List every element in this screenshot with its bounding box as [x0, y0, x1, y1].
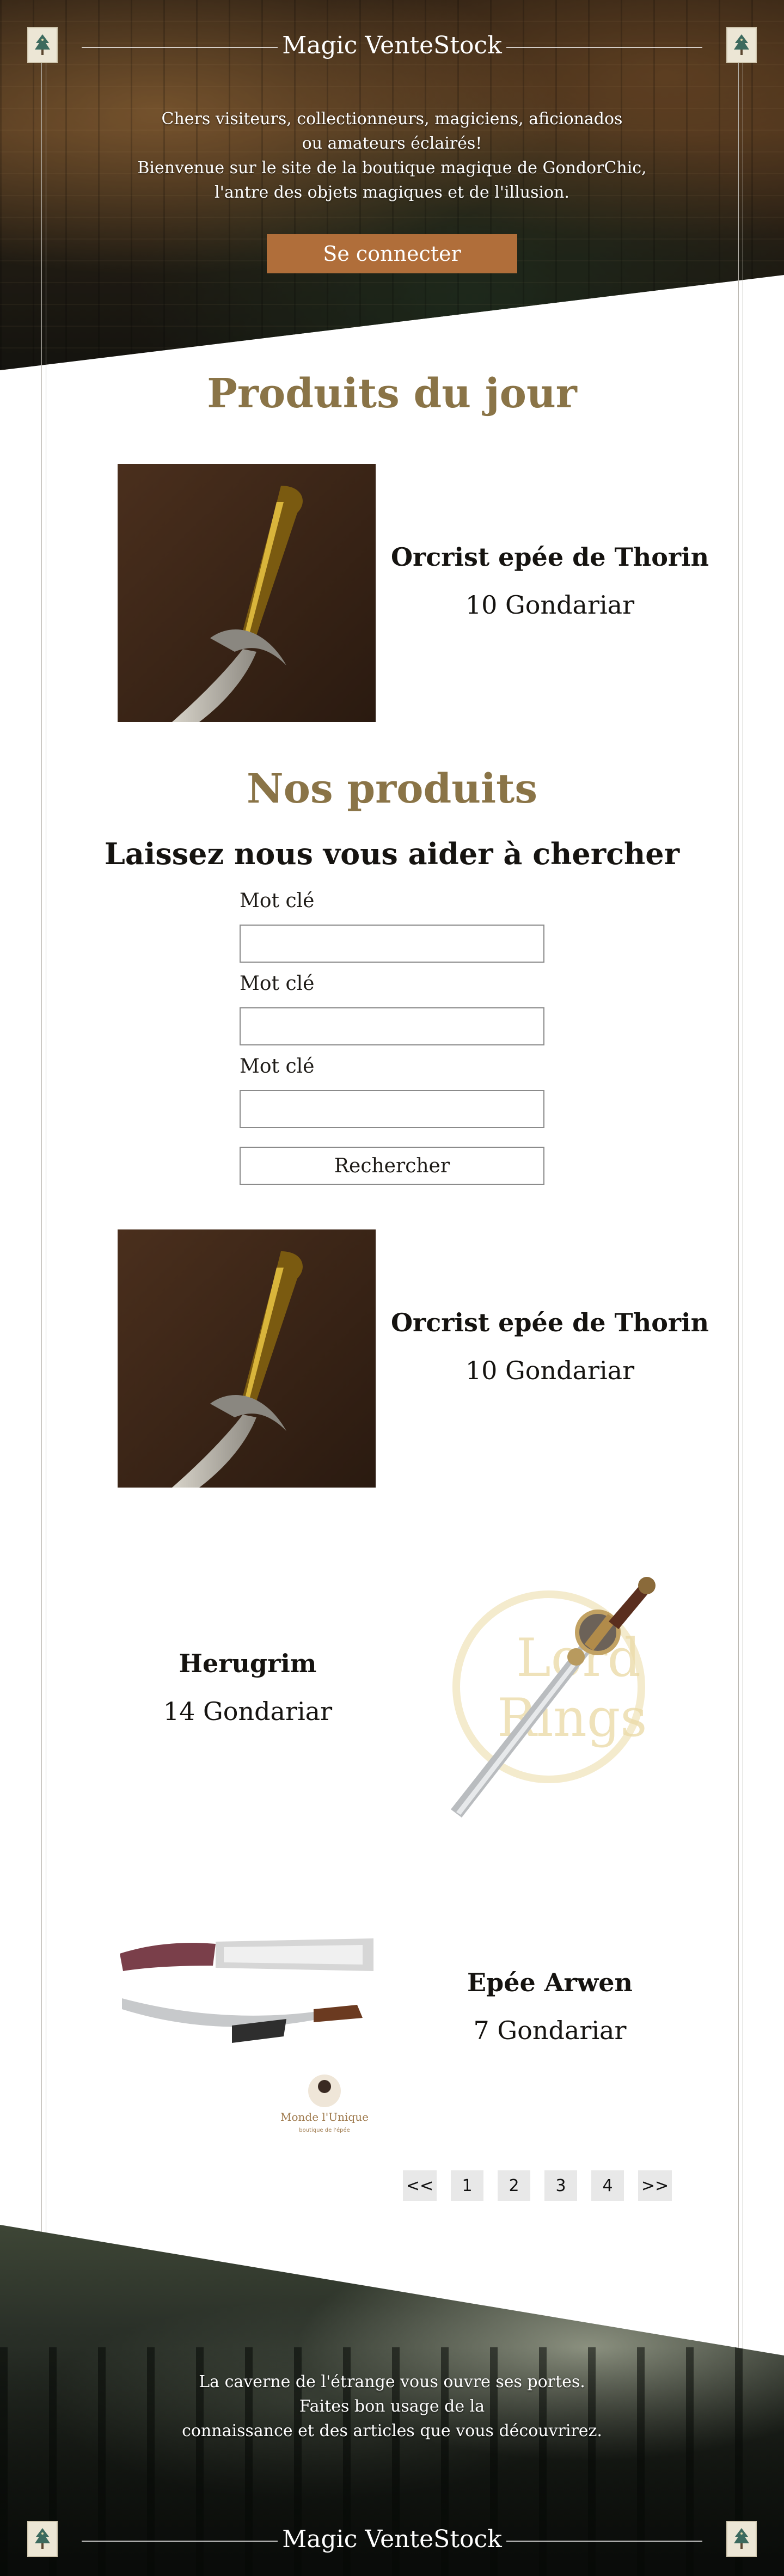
keyword-label-3: Mot clé [240, 1055, 315, 1078]
welcome-line: Chers visiteurs, collectionneurs, magici… [161, 109, 623, 129]
orcrist-sword-image [118, 464, 376, 722]
product-image-herugrim[interactable]: Lord Rings [418, 1562, 676, 1820]
welcome-message: Chers visiteurs, collectionneurs, magici… [0, 107, 784, 205]
pagination-last[interactable]: >> [638, 2170, 672, 2201]
product-price-herugrim: 14 Gondariar [163, 1697, 333, 1726]
product-price-orcrist: 10 Gondariar [465, 1356, 635, 1385]
site-title-text: Magic VenteStock [282, 32, 502, 59]
pagination-page-3[interactable]: 3 [544, 2170, 577, 2201]
herugrim-sword-image: Lord Rings [418, 1562, 676, 1820]
orcrist-sword-image [118, 1229, 376, 1488]
product-name-orcrist[interactable]: Orcrist epée de Thorin [381, 1308, 719, 1337]
welcome-line: ou amateurs éclairés! [302, 134, 482, 153]
catalog-heading: Nos produits [246, 766, 537, 812]
product-name-arwen[interactable]: Epée Arwen [381, 1968, 719, 1997]
keyword-label-1: Mot clé [240, 890, 315, 912]
pagination-first[interactable]: << [403, 2170, 437, 2201]
product-name-herugrim[interactable]: Herugrim [65, 1649, 430, 1678]
arwen-sword-image: Monde l'Unique boutique de l'épée [118, 1889, 376, 2147]
keyword-input-1[interactable] [240, 925, 544, 963]
product-image-arwen[interactable]: Monde l'Unique boutique de l'épée [118, 1889, 376, 2147]
login-button[interactable]: Se connecter [267, 234, 517, 273]
footer-line: La caverne de l'étrange vous ouvre ses p… [199, 2372, 585, 2391]
footer-line: Faites bon usage de la [299, 2397, 485, 2416]
welcome-line: Bienvenue sur le site de la boutique mag… [137, 158, 647, 178]
site-title-footer[interactable]: Magic VenteStock [0, 2525, 784, 2553]
keyword-input-2[interactable] [240, 1007, 544, 1045]
product-price-arwen: 7 Gondariar [473, 2016, 627, 2045]
logo-text-boutique: boutique de l'épée [299, 2127, 350, 2133]
pagination-page-4[interactable]: 4 [591, 2170, 624, 2201]
daily-product-price: 10 Gondariar [465, 590, 635, 620]
welcome-line: l'antre des objets magiques et de l'illu… [215, 183, 569, 202]
product-image-orcrist[interactable] [118, 1229, 376, 1488]
site-title-text: Magic VenteStock [282, 2525, 502, 2553]
pagination-page-2[interactable]: 2 [498, 2170, 530, 2201]
site-title-header[interactable]: Magic VenteStock [0, 32, 784, 59]
footer-line: connaissance et des articles que vous dé… [182, 2421, 602, 2440]
footer-message: La caverne de l'étrange vous ouvre ses p… [0, 2370, 784, 2443]
keyword-label-2: Mot clé [240, 972, 315, 995]
logo-text-monde: Monde l'Unique [280, 2110, 369, 2124]
pagination-page-1[interactable]: 1 [451, 2170, 483, 2201]
daily-products-heading: Produits du jour [207, 370, 577, 417]
daily-product-image[interactable] [118, 464, 376, 722]
search-button[interactable]: Rechercher [240, 1147, 544, 1185]
keyword-input-3[interactable] [240, 1090, 544, 1128]
daily-product-name[interactable]: Orcrist epée de Thorin [381, 542, 719, 572]
search-heading: Laissez nous vous aider à chercher [104, 836, 680, 871]
